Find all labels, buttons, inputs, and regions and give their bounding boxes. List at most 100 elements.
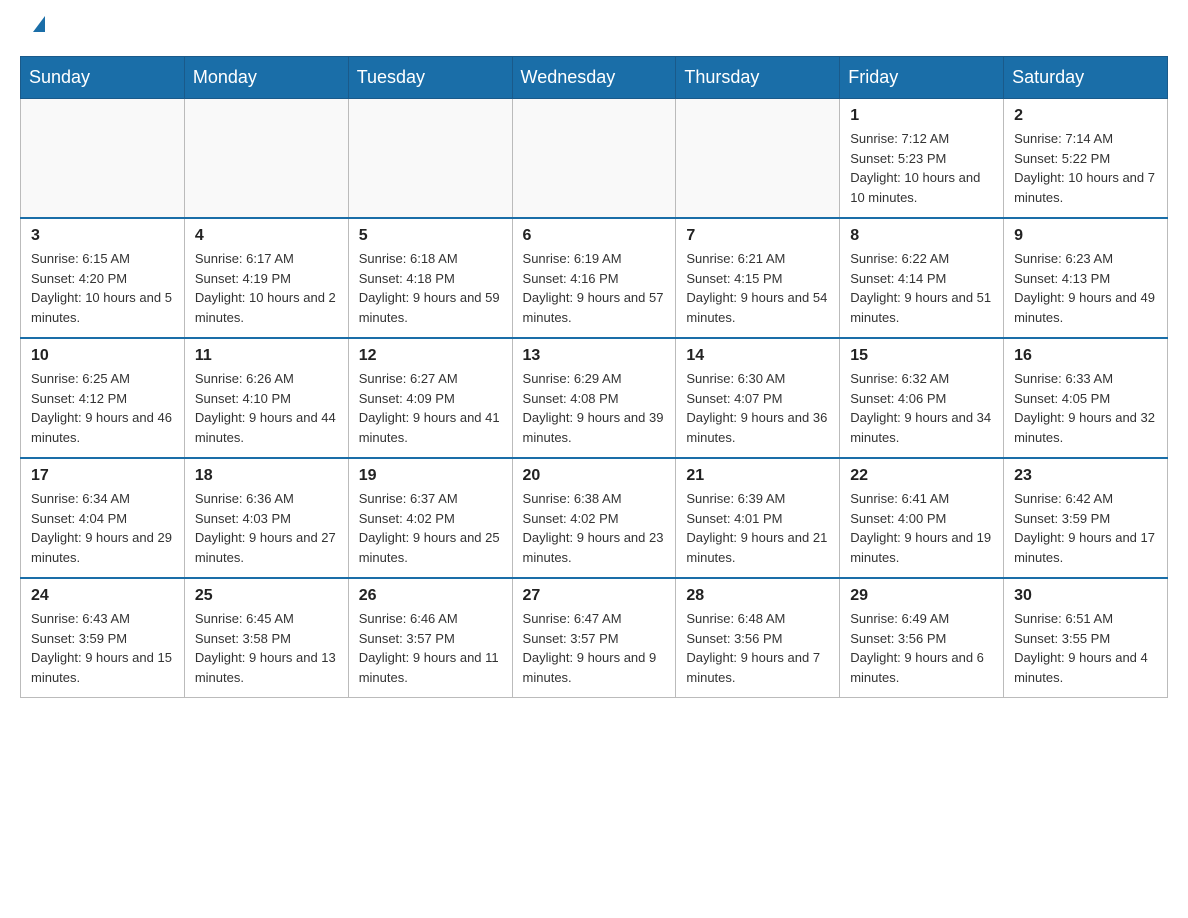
day-number: 23 bbox=[1014, 467, 1157, 485]
day-info: Sunrise: 6:18 AM Sunset: 4:18 PM Dayligh… bbox=[359, 249, 502, 327]
day-of-week-header: Tuesday bbox=[348, 57, 512, 99]
calendar-day-cell: 16Sunrise: 6:33 AM Sunset: 4:05 PM Dayli… bbox=[1004, 338, 1168, 458]
calendar-day-cell: 28Sunrise: 6:48 AM Sunset: 3:56 PM Dayli… bbox=[676, 578, 840, 698]
day-info: Sunrise: 6:42 AM Sunset: 3:59 PM Dayligh… bbox=[1014, 489, 1157, 567]
calendar-day-cell bbox=[348, 99, 512, 219]
calendar-day-cell bbox=[512, 99, 676, 219]
day-number: 16 bbox=[1014, 347, 1157, 365]
calendar-day-cell: 12 Sunrise: 6:27 AM Sunset: 4:09 PM Dayli… bbox=[348, 338, 512, 458]
day-number: 8 bbox=[850, 227, 993, 245]
day-number: 11 bbox=[195, 347, 338, 365]
calendar-header-row: SundayMondayTuesdayWednesdayThursdayFrid… bbox=[21, 57, 1168, 99]
calendar-day-cell: 10 Sunrise: 6:25 AM Sunset: 4:12 PM Dayli… bbox=[21, 338, 185, 458]
calendar-day-cell: 24 Sunrise: 6:43 AM Sunset: 3:59 PM Dayli… bbox=[21, 578, 185, 698]
day-info: Sunrise: 6:21 AM Sunset: 4:15 PM Dayligh… bbox=[686, 249, 829, 327]
day-info: Sunrise: 6:47 AM Sunset: 3:57 PM Dayligh… bbox=[523, 609, 666, 687]
day-info: Sunrise: 6:27 AM Sunset: 4:09 PM Dayligh… bbox=[359, 369, 502, 447]
day-number: 28 bbox=[686, 587, 829, 605]
calendar-day-cell: 26 Sunrise: 6:46 AM Sunset: 3:57 PM Dayli… bbox=[348, 578, 512, 698]
calendar-table: SundayMondayTuesdayWednesdayThursdayFrid… bbox=[20, 56, 1168, 698]
day-info: Sunrise: 6:51 AM Sunset: 3:55 PM Dayligh… bbox=[1014, 609, 1157, 687]
calendar-day-cell bbox=[21, 99, 185, 219]
day-of-week-header: Friday bbox=[840, 57, 1004, 99]
logo-general-text bbox=[30, 20, 45, 36]
logo-triangle-icon bbox=[33, 16, 45, 32]
day-info: Sunrise: 6:39 AM Sunset: 4:01 PM Dayligh… bbox=[686, 489, 829, 567]
day-number: 12 bbox=[359, 347, 502, 365]
calendar-day-cell: 17 Sunrise: 6:34 AM Sunset: 4:04 PM Dayli… bbox=[21, 458, 185, 578]
day-number: 13 bbox=[523, 347, 666, 365]
day-number: 30 bbox=[1014, 587, 1157, 605]
calendar-day-cell bbox=[676, 99, 840, 219]
day-info: Sunrise: 6:49 AM Sunset: 3:56 PM Dayligh… bbox=[850, 609, 993, 687]
calendar-day-cell: 19 Sunrise: 6:37 AM Sunset: 4:02 PM Dayli… bbox=[348, 458, 512, 578]
logo bbox=[30, 20, 45, 36]
calendar-day-cell: 6 Sunrise: 6:19 AM Sunset: 4:16 PM Daylig… bbox=[512, 218, 676, 338]
day-number: 29 bbox=[850, 587, 993, 605]
calendar-week-row: 3 Sunrise: 6:15 AM Sunset: 4:20 PM Daylig… bbox=[21, 218, 1168, 338]
day-number: 3 bbox=[31, 227, 174, 245]
calendar-day-cell: 29 Sunrise: 6:49 AM Sunset: 3:56 PM Dayli… bbox=[840, 578, 1004, 698]
day-number: 6 bbox=[523, 227, 666, 245]
day-info: Sunrise: 6:25 AM Sunset: 4:12 PM Dayligh… bbox=[31, 369, 174, 447]
calendar-day-cell: 11 Sunrise: 6:26 AM Sunset: 4:10 PM Dayli… bbox=[184, 338, 348, 458]
calendar-day-cell: 8 Sunrise: 6:22 AM Sunset: 4:14 PM Daylig… bbox=[840, 218, 1004, 338]
calendar-day-cell: 22Sunrise: 6:41 AM Sunset: 4:00 PM Dayli… bbox=[840, 458, 1004, 578]
day-number: 21 bbox=[686, 467, 829, 485]
day-number: 26 bbox=[359, 587, 502, 605]
day-info: Sunrise: 6:43 AM Sunset: 3:59 PM Dayligh… bbox=[31, 609, 174, 687]
calendar-day-cell: 27 Sunrise: 6:47 AM Sunset: 3:57 PM Dayli… bbox=[512, 578, 676, 698]
calendar-day-cell: 3 Sunrise: 6:15 AM Sunset: 4:20 PM Daylig… bbox=[21, 218, 185, 338]
day-info: Sunrise: 6:46 AM Sunset: 3:57 PM Dayligh… bbox=[359, 609, 502, 687]
day-info: Sunrise: 6:32 AM Sunset: 4:06 PM Dayligh… bbox=[850, 369, 993, 447]
day-number: 17 bbox=[31, 467, 174, 485]
day-of-week-header: Monday bbox=[184, 57, 348, 99]
day-info: Sunrise: 6:23 AM Sunset: 4:13 PM Dayligh… bbox=[1014, 249, 1157, 327]
day-info: Sunrise: 6:45 AM Sunset: 3:58 PM Dayligh… bbox=[195, 609, 338, 687]
day-info: Sunrise: 6:38 AM Sunset: 4:02 PM Dayligh… bbox=[523, 489, 666, 567]
day-number: 14 bbox=[686, 347, 829, 365]
day-number: 18 bbox=[195, 467, 338, 485]
day-number: 20 bbox=[523, 467, 666, 485]
day-info: Sunrise: 6:26 AM Sunset: 4:10 PM Dayligh… bbox=[195, 369, 338, 447]
calendar-day-cell bbox=[184, 99, 348, 219]
day-of-week-header: Sunday bbox=[21, 57, 185, 99]
day-info: Sunrise: 6:15 AM Sunset: 4:20 PM Dayligh… bbox=[31, 249, 174, 327]
day-number: 22 bbox=[850, 467, 993, 485]
day-number: 5 bbox=[359, 227, 502, 245]
day-number: 27 bbox=[523, 587, 666, 605]
day-number: 1 bbox=[850, 107, 993, 125]
calendar-week-row: 24 Sunrise: 6:43 AM Sunset: 3:59 PM Dayli… bbox=[21, 578, 1168, 698]
day-info: Sunrise: 6:29 AM Sunset: 4:08 PM Dayligh… bbox=[523, 369, 666, 447]
day-of-week-header: Wednesday bbox=[512, 57, 676, 99]
day-number: 9 bbox=[1014, 227, 1157, 245]
calendar-day-cell: 18 Sunrise: 6:36 AM Sunset: 4:03 PM Dayli… bbox=[184, 458, 348, 578]
day-info: Sunrise: 6:34 AM Sunset: 4:04 PM Dayligh… bbox=[31, 489, 174, 567]
day-info: Sunrise: 6:22 AM Sunset: 4:14 PM Dayligh… bbox=[850, 249, 993, 327]
day-number: 4 bbox=[195, 227, 338, 245]
calendar-day-cell: 25 Sunrise: 6:45 AM Sunset: 3:58 PM Dayli… bbox=[184, 578, 348, 698]
day-number: 10 bbox=[31, 347, 174, 365]
calendar-day-cell: 7 Sunrise: 6:21 AM Sunset: 4:15 PM Daylig… bbox=[676, 218, 840, 338]
calendar-day-cell: 2Sunrise: 7:14 AM Sunset: 5:22 PM Daylig… bbox=[1004, 99, 1168, 219]
page-header bbox=[0, 0, 1188, 46]
calendar-day-cell: 15 Sunrise: 6:32 AM Sunset: 4:06 PM Dayli… bbox=[840, 338, 1004, 458]
calendar-day-cell: 13 Sunrise: 6:29 AM Sunset: 4:08 PM Dayli… bbox=[512, 338, 676, 458]
calendar-day-cell: 23 Sunrise: 6:42 AM Sunset: 3:59 PM Dayli… bbox=[1004, 458, 1168, 578]
calendar-day-cell: 21 Sunrise: 6:39 AM Sunset: 4:01 PM Dayli… bbox=[676, 458, 840, 578]
day-of-week-header: Thursday bbox=[676, 57, 840, 99]
calendar-day-cell: 4Sunrise: 6:17 AM Sunset: 4:19 PM Daylig… bbox=[184, 218, 348, 338]
day-number: 7 bbox=[686, 227, 829, 245]
day-number: 24 bbox=[31, 587, 174, 605]
day-info: Sunrise: 6:19 AM Sunset: 4:16 PM Dayligh… bbox=[523, 249, 666, 327]
calendar-week-row: 17 Sunrise: 6:34 AM Sunset: 4:04 PM Dayli… bbox=[21, 458, 1168, 578]
day-number: 15 bbox=[850, 347, 993, 365]
day-number: 25 bbox=[195, 587, 338, 605]
calendar-week-row: 1Sunrise: 7:12 AM Sunset: 5:23 PM Daylig… bbox=[21, 99, 1168, 219]
calendar-week-row: 10 Sunrise: 6:25 AM Sunset: 4:12 PM Dayli… bbox=[21, 338, 1168, 458]
day-number: 19 bbox=[359, 467, 502, 485]
day-info: Sunrise: 6:36 AM Sunset: 4:03 PM Dayligh… bbox=[195, 489, 338, 567]
day-info: Sunrise: 6:37 AM Sunset: 4:02 PM Dayligh… bbox=[359, 489, 502, 567]
calendar-day-cell: 9 Sunrise: 6:23 AM Sunset: 4:13 PM Daylig… bbox=[1004, 218, 1168, 338]
calendar-day-cell: 14Sunrise: 6:30 AM Sunset: 4:07 PM Dayli… bbox=[676, 338, 840, 458]
